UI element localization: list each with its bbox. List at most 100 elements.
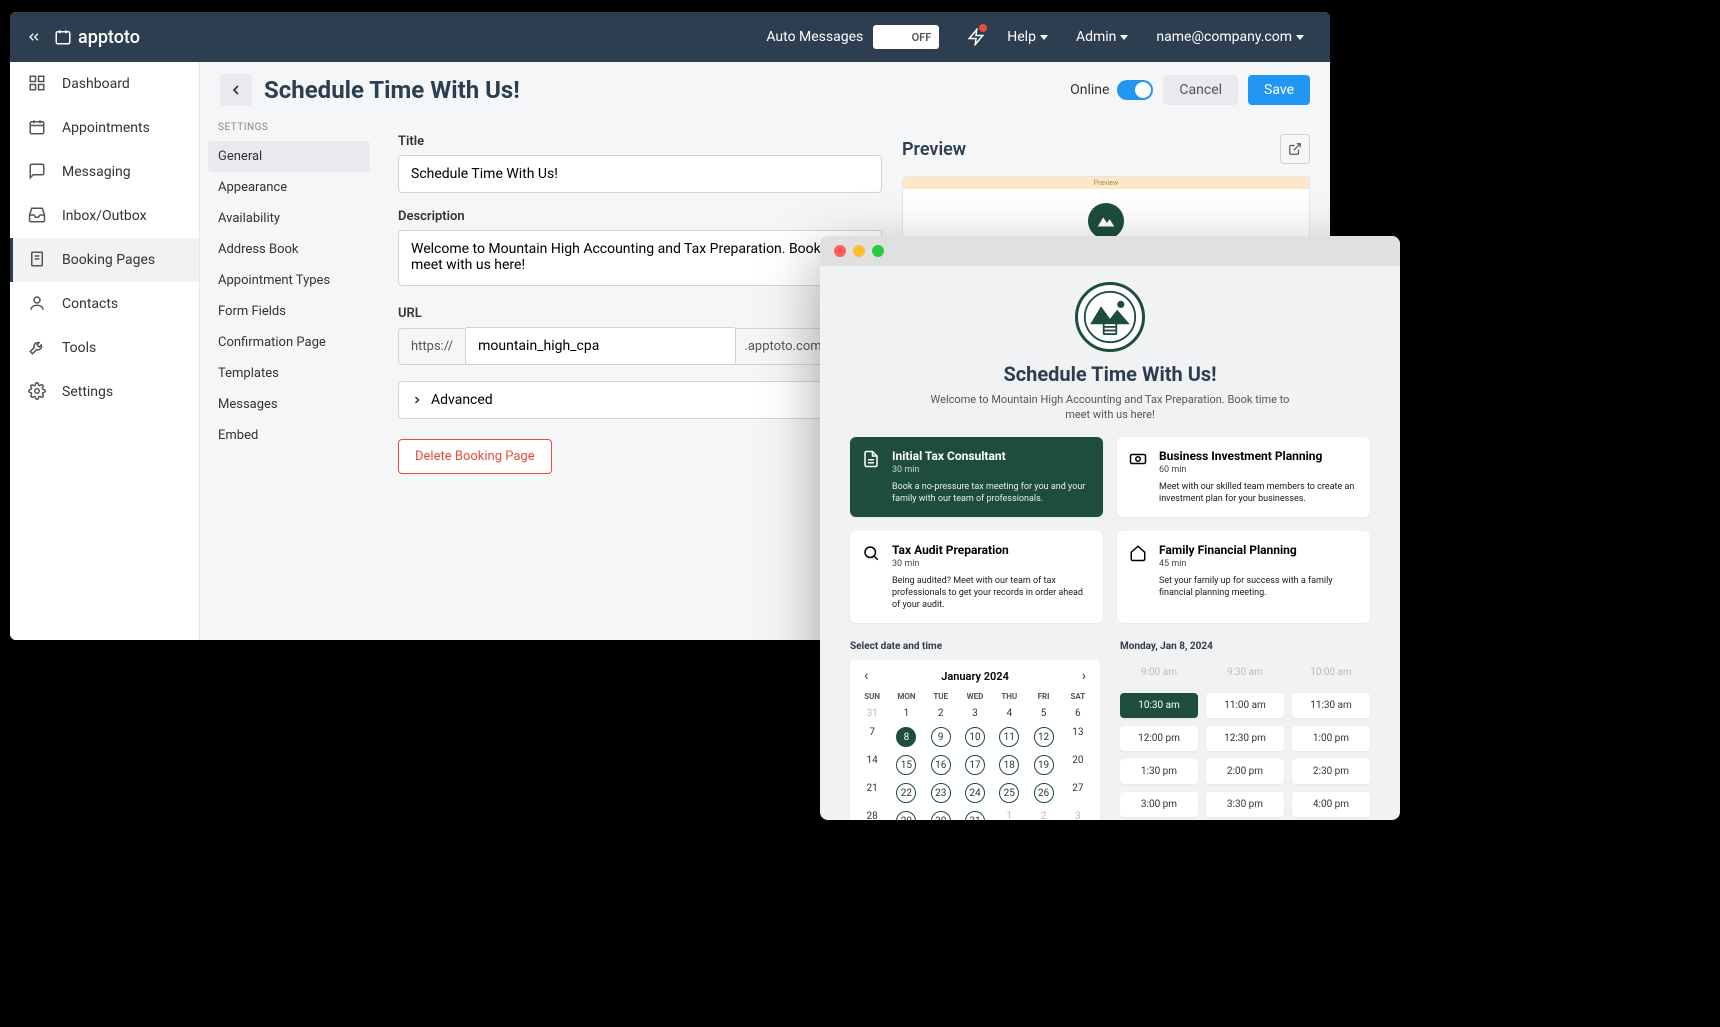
sidebar-item-tools[interactable]: Tools bbox=[10, 326, 199, 370]
calendar-day[interactable]: 8 bbox=[890, 724, 922, 750]
settings-item-appearance[interactable]: Appearance bbox=[208, 172, 370, 203]
calendar-day[interactable]: 17 bbox=[959, 752, 991, 778]
calendar-day[interactable]: 21 bbox=[856, 780, 888, 806]
advanced-toggle[interactable]: Advanced bbox=[398, 381, 882, 419]
calendar-day[interactable]: 5 bbox=[1027, 705, 1059, 722]
description-input[interactable] bbox=[398, 230, 882, 286]
calendar-day[interactable]: 16 bbox=[925, 752, 957, 778]
calendar-day[interactable]: 6 bbox=[1062, 705, 1094, 722]
sidebar-item-appointments[interactable]: Appointments bbox=[10, 106, 199, 150]
chevron-down-icon bbox=[1120, 35, 1128, 40]
minimize-icon[interactable] bbox=[853, 245, 865, 257]
calendar-day[interactable]: 20 bbox=[1062, 752, 1094, 778]
back-button[interactable] bbox=[220, 74, 252, 106]
cancel-button[interactable]: Cancel bbox=[1163, 75, 1238, 105]
sidebar-item-contacts[interactable]: Contacts bbox=[10, 282, 199, 326]
sidebar-item-messaging[interactable]: Messaging bbox=[10, 150, 199, 194]
calendar-day[interactable]: 25 bbox=[993, 780, 1025, 806]
sidebar-collapse-button[interactable] bbox=[22, 25, 46, 49]
settings-item-availability[interactable]: Availability bbox=[208, 203, 370, 234]
settings-item-form-fields[interactable]: Form Fields bbox=[208, 296, 370, 327]
calendar-day[interactable]: 29 bbox=[890, 808, 922, 820]
appointment-type-card[interactable]: Business Investment Planning60 minMeet w… bbox=[1117, 437, 1370, 517]
appointment-type-card[interactable]: Family Financial Planning45 minSet your … bbox=[1117, 531, 1370, 623]
calendar-day[interactable]: 9 bbox=[925, 724, 957, 750]
settings-sidebar: SETTINGS GeneralAppearanceAvailabilityAd… bbox=[200, 62, 378, 640]
user-menu[interactable]: name@company.com bbox=[1142, 29, 1318, 45]
calendar-day[interactable]: 24 bbox=[959, 780, 991, 806]
time-slot[interactable]: 1:00 pm bbox=[1292, 726, 1370, 751]
money-icon bbox=[1129, 450, 1149, 470]
calendar-day[interactable]: 7 bbox=[856, 724, 888, 750]
appointment-duration: 45 min bbox=[1159, 559, 1358, 569]
settings-item-confirmation-page[interactable]: Confirmation Page bbox=[208, 327, 370, 358]
settings-item-templates[interactable]: Templates bbox=[208, 358, 370, 389]
auto-messages-toggle: Auto Messages OFF bbox=[766, 25, 939, 49]
delete-booking-page-button[interactable]: Delete Booking Page bbox=[398, 439, 552, 474]
calendar-day[interactable]: 12 bbox=[1027, 724, 1059, 750]
sidebar-item-booking-pages[interactable]: Booking Pages bbox=[10, 238, 199, 282]
calendar-day[interactable]: 23 bbox=[925, 780, 957, 806]
calendar-day[interactable]: 27 bbox=[1062, 780, 1094, 806]
time-slot[interactable]: 4:00 pm bbox=[1292, 792, 1370, 817]
close-icon[interactable] bbox=[834, 245, 846, 257]
settings-item-general[interactable]: General bbox=[208, 141, 370, 172]
calendar-icon bbox=[28, 118, 48, 138]
calendar-day[interactable]: 28 bbox=[856, 808, 888, 820]
calendar-day[interactable]: 10 bbox=[959, 724, 991, 750]
time-slot[interactable]: 11:30 am bbox=[1292, 693, 1370, 718]
sidebar-item-inbox-outbox[interactable]: Inbox/Outbox bbox=[10, 194, 199, 238]
maximize-icon[interactable] bbox=[872, 245, 884, 257]
auto-messages-switch[interactable]: OFF bbox=[873, 25, 939, 49]
calendar-day[interactable]: 15 bbox=[890, 752, 922, 778]
calendar-day[interactable]: 26 bbox=[1027, 780, 1059, 806]
chevron-right-icon bbox=[411, 394, 423, 406]
admin-menu[interactable]: Admin bbox=[1062, 29, 1142, 45]
settings-item-appointment-types[interactable]: Appointment Types bbox=[208, 265, 370, 296]
next-month-button[interactable]: › bbox=[1078, 668, 1090, 684]
calendar-day[interactable]: 11 bbox=[993, 724, 1025, 750]
calendar-day[interactable]: 30 bbox=[925, 808, 957, 820]
appointment-description: Being audited? Meet with our team of tax… bbox=[892, 575, 1091, 611]
sidebar-item-label: Booking Pages bbox=[62, 252, 155, 268]
calendar-day[interactable]: 18 bbox=[993, 752, 1025, 778]
calendar-day[interactable]: 2 bbox=[925, 705, 957, 722]
settings-item-messages[interactable]: Messages bbox=[208, 389, 370, 420]
calendar-day[interactable]: 3 bbox=[959, 705, 991, 722]
save-button[interactable]: Save bbox=[1248, 75, 1310, 105]
settings-item-embed[interactable]: Embed bbox=[208, 420, 370, 451]
url-slug-input[interactable] bbox=[466, 327, 735, 365]
appointment-type-card[interactable]: Tax Audit Preparation30 minBeing audited… bbox=[850, 531, 1103, 623]
online-switch[interactable] bbox=[1117, 80, 1153, 100]
time-slot[interactable]: 1:30 pm bbox=[1120, 759, 1198, 784]
calendar-day[interactable]: 4 bbox=[993, 705, 1025, 722]
booking-description: Welcome to Mountain High Accounting and … bbox=[920, 392, 1300, 423]
time-slot[interactable]: 11:00 am bbox=[1206, 693, 1284, 718]
time-slot[interactable]: 12:30 pm bbox=[1206, 726, 1284, 751]
prev-month-button[interactable]: ‹ bbox=[860, 668, 872, 684]
calendar-day[interactable]: 14 bbox=[856, 752, 888, 778]
lightning-icon[interactable] bbox=[959, 20, 993, 54]
appointment-title: Initial Tax Consultant bbox=[892, 449, 1091, 463]
time-slot[interactable]: 3:30 pm bbox=[1206, 792, 1284, 817]
time-slot[interactable]: 2:30 pm bbox=[1292, 759, 1370, 784]
time-slot[interactable]: 10:30 am bbox=[1120, 693, 1198, 718]
help-menu[interactable]: Help bbox=[993, 29, 1062, 45]
page-icon bbox=[28, 250, 48, 270]
settings-item-address-book[interactable]: Address Book bbox=[208, 234, 370, 265]
sidebar-item-dashboard[interactable]: Dashboard bbox=[10, 62, 199, 106]
sidebar-item-settings[interactable]: Settings bbox=[10, 370, 199, 414]
appointment-description: Book a no-pressure tax meeting for you a… bbox=[892, 481, 1091, 505]
title-input[interactable] bbox=[398, 155, 882, 193]
calendar-day[interactable]: 13 bbox=[1062, 724, 1094, 750]
calendar-day[interactable]: 19 bbox=[1027, 752, 1059, 778]
time-slot[interactable]: 3:00 pm bbox=[1120, 792, 1198, 817]
appointment-type-card[interactable]: Initial Tax Consultant30 minBook a no-pr… bbox=[850, 437, 1103, 517]
time-slot[interactable]: 12:00 pm bbox=[1120, 726, 1198, 751]
time-slot[interactable]: 2:00 pm bbox=[1206, 759, 1284, 784]
settings-heading: SETTINGS bbox=[208, 122, 370, 141]
calendar-day[interactable]: 22 bbox=[890, 780, 922, 806]
calendar-day[interactable]: 31 bbox=[959, 808, 991, 820]
open-preview-button[interactable] bbox=[1280, 134, 1310, 164]
calendar-day[interactable]: 1 bbox=[890, 705, 922, 722]
